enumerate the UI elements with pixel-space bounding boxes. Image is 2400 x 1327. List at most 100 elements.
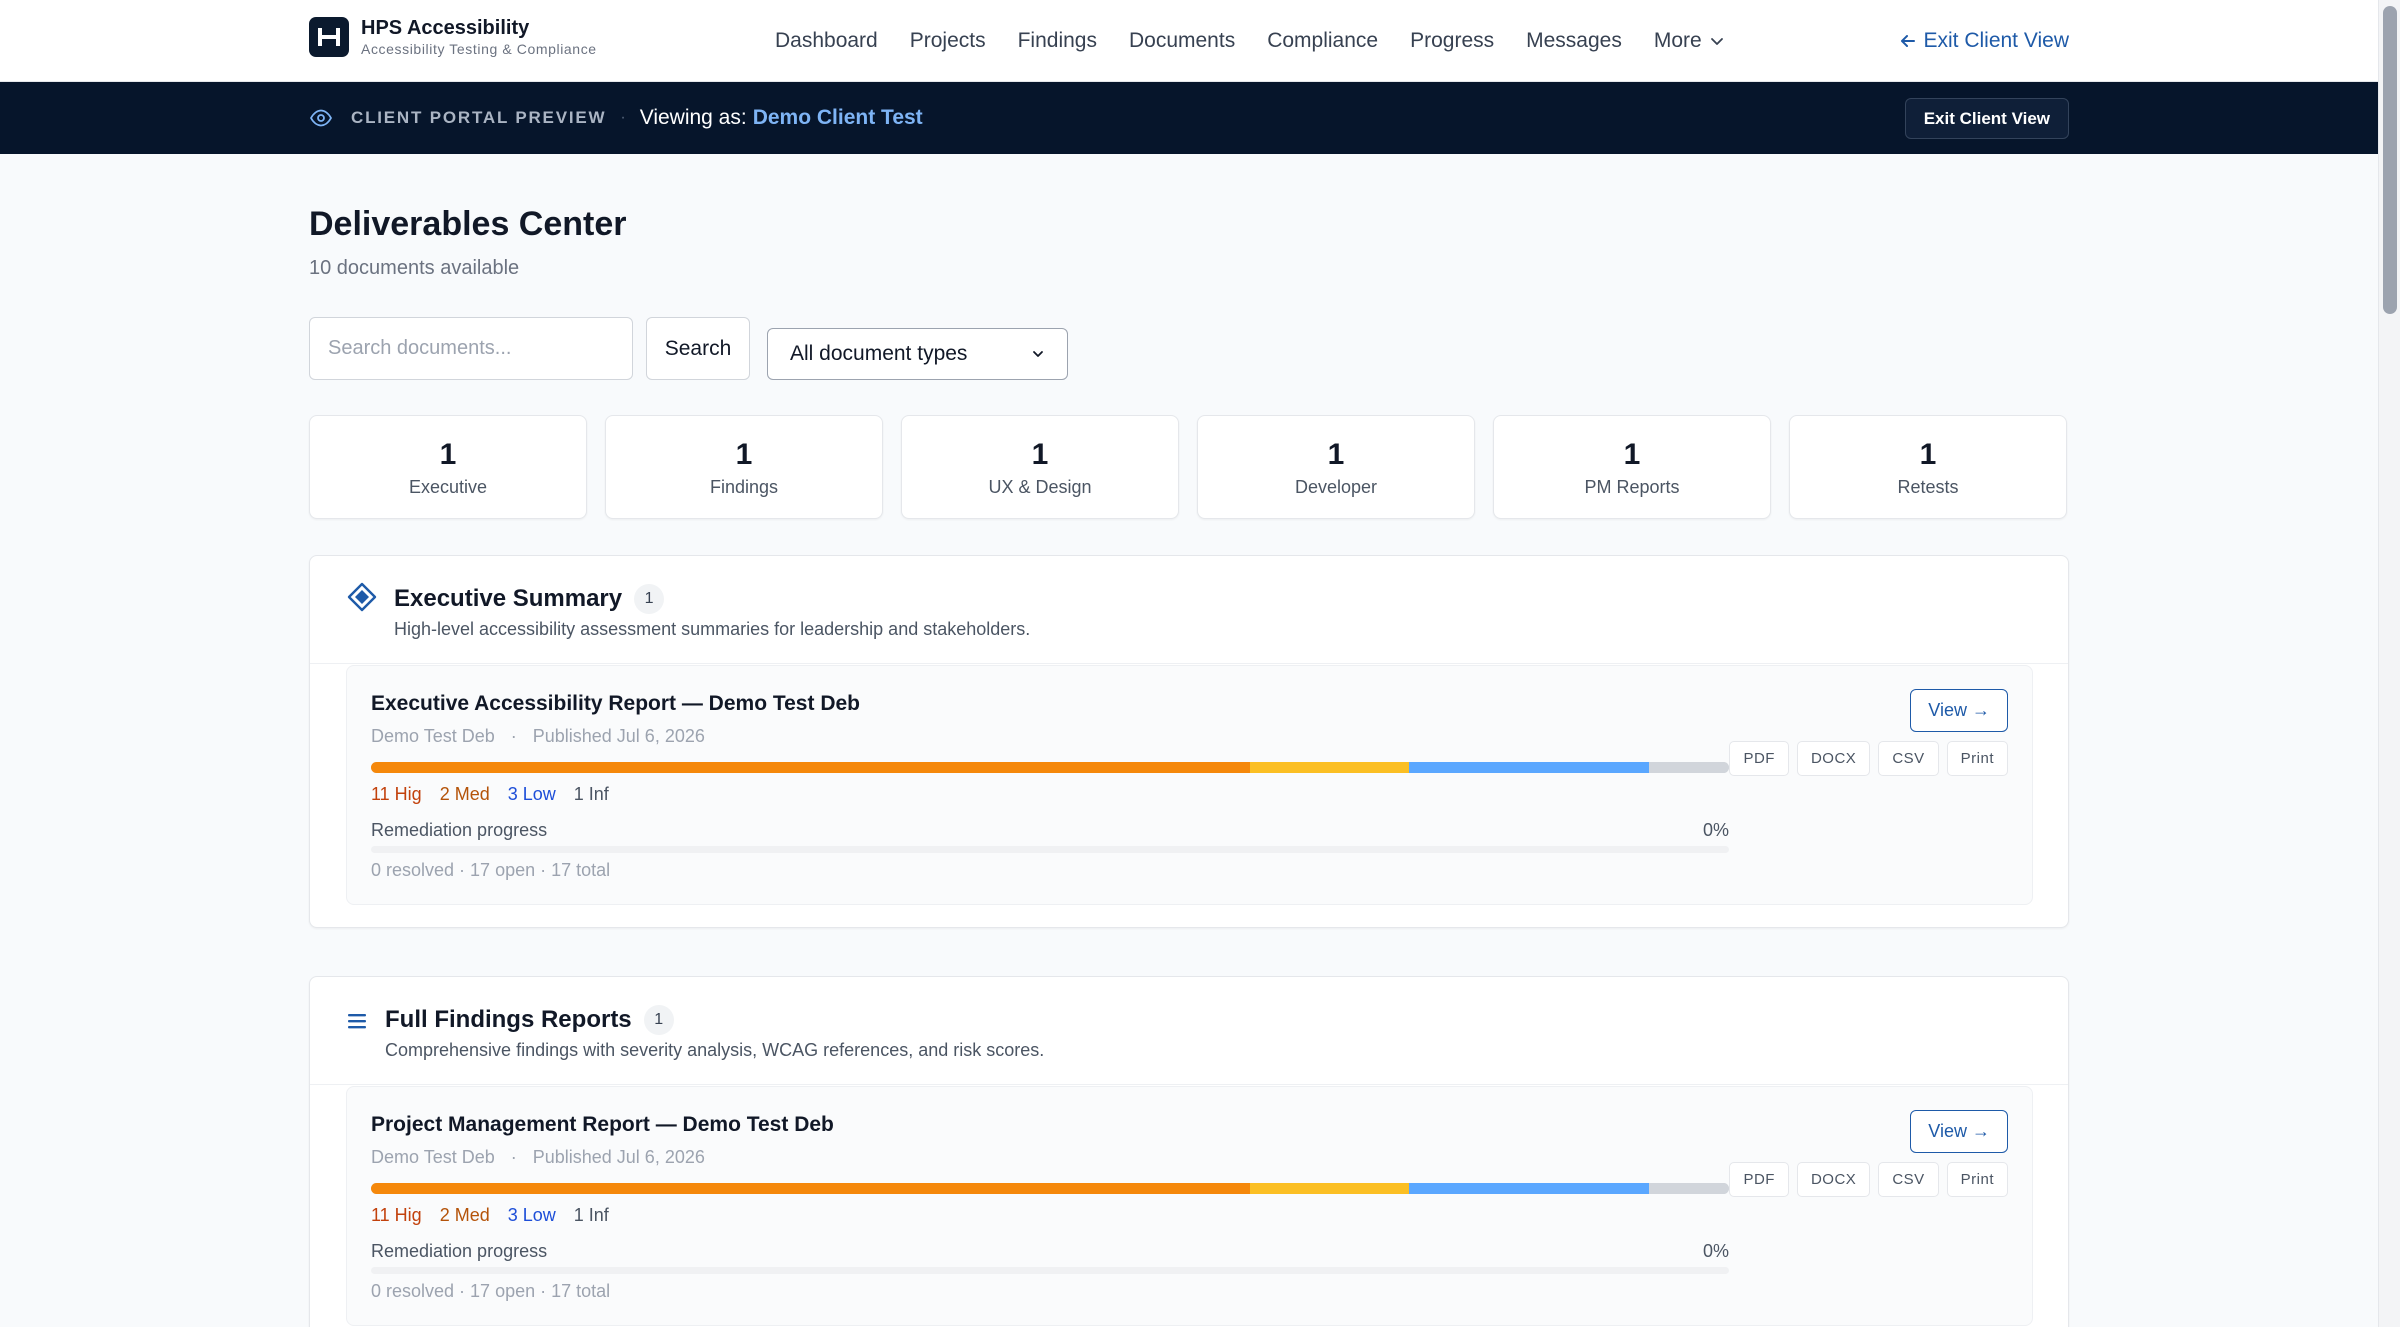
print-button[interactable]: Print: [1946, 1162, 2008, 1197]
stat-label: Developer: [1294, 476, 1378, 497]
nav-link-dashboard[interactable]: Dashboard: [775, 26, 878, 56]
list-icon: [348, 1014, 366, 1029]
severity-medium-segment: [1249, 762, 1410, 773]
stat-card-findings[interactable]: 1 Findings: [605, 415, 883, 519]
stat-card-pm-reports[interactable]: 1 PM Reports: [1493, 415, 1771, 519]
nav-link-messages[interactable]: Messages: [1526, 26, 1622, 56]
section-full-findings-reports: Full Findings Reports 1 Comprehensive fi…: [309, 976, 2069, 1327]
remediation-label: Remediation progress: [371, 820, 548, 840]
brand-tagline: Accessibility Testing & Compliance: [361, 41, 597, 57]
export-format-buttons: PDF DOCX CSV Print: [1729, 1162, 2008, 1197]
severity-info-segment: [1649, 1183, 1729, 1194]
nav-link-progress[interactable]: Progress: [1410, 26, 1494, 56]
page-scrollbar[interactable]: [2378, 0, 2400, 1327]
print-button[interactable]: Print: [1946, 741, 2008, 776]
download-csv-button[interactable]: CSV: [1878, 1162, 1939, 1197]
severity-distribution-bar: [371, 1183, 1729, 1194]
severity-low-count: 3 Low: [507, 784, 556, 804]
document-author: Demo Test Deb: [371, 726, 495, 746]
severity-counts: 11 Hig 2 Med 3 Low 1 Inf: [371, 784, 609, 805]
nav-link-findings[interactable]: Findings: [1018, 26, 1097, 56]
stat-label: Retests: [1897, 476, 1959, 497]
export-format-buttons: PDF DOCX CSV Print: [1729, 741, 2008, 776]
stat-label: Executive: [408, 476, 488, 497]
severity-counts: 11 Hig 2 Med 3 Low 1 Inf: [371, 1205, 609, 1226]
section-title: Executive Summary: [394, 585, 623, 612]
brand[interactable]: HPS Accessibility Accessibility Testing …: [309, 16, 597, 58]
document-title: Project Management Report — Demo Test De…: [371, 1113, 834, 1136]
brand-logo-icon: [309, 17, 349, 57]
section-executive-summary: Executive Summary 1 High-level accessibi…: [309, 555, 2069, 928]
exit-client-view-label: Exit Client View: [1923, 29, 2069, 52]
diamond-icon: [347, 582, 377, 612]
severity-medium-count: 2 Med: [439, 1205, 490, 1225]
document-card: Executive Accessibility Report — Demo Te…: [346, 665, 2033, 905]
document-meta: Demo Test Deb · Published Jul 6, 2026: [371, 1147, 705, 1168]
severity-info-count: 1 Inf: [573, 1205, 609, 1225]
stat-label: PM Reports: [1584, 476, 1680, 497]
stat-card-developer[interactable]: 1 Developer: [1197, 415, 1475, 519]
page-subtitle: 10 documents available: [309, 257, 520, 279]
viewing-as-label: Viewing as:: [639, 106, 747, 129]
severity-high-count: 11 Hig: [371, 784, 422, 804]
remediation-percentage: 0%: [1703, 1241, 1730, 1261]
scrollbar-thumb[interactable]: [2383, 6, 2397, 314]
view-document-button[interactable]: View →: [1910, 1110, 2008, 1153]
search-input[interactable]: [309, 317, 633, 380]
search-button[interactable]: Search: [646, 317, 750, 380]
document-type-stats: 1 Executive 1 Findings 1 UX & Design 1 D…: [309, 415, 2069, 519]
section-count-badge: 1: [634, 584, 665, 614]
document-published-date: Published Jul 6, 2026: [532, 726, 705, 746]
stat-card-ux-design[interactable]: 1 UX & Design: [901, 415, 1179, 519]
remediation-counts: 0 resolved · 17 open · 17 total: [371, 860, 611, 880]
document-type-select[interactable]: All document types: [767, 328, 1068, 380]
page-title: Deliverables Center: [309, 205, 627, 243]
download-docx-button[interactable]: DOCX: [1796, 1162, 1871, 1197]
download-docx-button[interactable]: DOCX: [1796, 741, 1871, 776]
stat-card-retests[interactable]: 1 Retests: [1789, 415, 2067, 519]
severity-high-segment: [371, 762, 1250, 773]
severity-medium-count: 2 Med: [439, 784, 490, 804]
download-csv-button[interactable]: CSV: [1878, 741, 1939, 776]
stat-card-executive[interactable]: 1 Executive: [309, 415, 587, 519]
severity-distribution-bar: [371, 762, 1729, 773]
severity-high-segment: [371, 1183, 1250, 1194]
brand-name: HPS Accessibility: [361, 17, 530, 39]
remediation-progress-bar: [371, 1267, 1729, 1274]
document-card: Project Management Report — Demo Test De…: [346, 1086, 2033, 1326]
view-document-button[interactable]: View →: [1910, 689, 2008, 732]
client-name: Demo Client Test: [752, 106, 923, 129]
section-count-badge: 1: [643, 1005, 674, 1035]
nav-link-documents[interactable]: Documents: [1129, 26, 1235, 56]
stat-value: 1: [1623, 437, 1641, 471]
exit-client-view-link[interactable]: Exit Client View: [1899, 26, 2069, 56]
document-author: Demo Test Deb: [371, 1147, 495, 1167]
stat-value: 1: [1327, 437, 1345, 471]
document-type-value: All document types: [790, 342, 968, 365]
stat-label: UX & Design: [988, 476, 1092, 497]
eye-icon: [309, 109, 333, 127]
remediation-percentage: 0%: [1703, 820, 1730, 840]
download-pdf-button[interactable]: PDF: [1729, 1162, 1789, 1197]
severity-medium-segment: [1249, 1183, 1410, 1194]
document-meta: Demo Test Deb · Published Jul 6, 2026: [371, 726, 705, 747]
meta-separator: ·: [510, 1147, 517, 1167]
stat-label: Findings: [709, 476, 779, 497]
nav-more-menu[interactable]: More: [1654, 26, 1724, 56]
remediation-label: Remediation progress: [371, 1241, 548, 1261]
remediation-progress-bar: [371, 846, 1729, 853]
exit-client-view-button[interactable]: Exit Client View: [1904, 98, 2069, 139]
nav-more-label: More: [1653, 29, 1702, 52]
preview-label: CLIENT PORTAL PREVIEW: [351, 108, 607, 127]
severity-low-count: 3 Low: [507, 1205, 556, 1225]
chevron-down-icon: [1710, 38, 1723, 45]
severity-info-count: 1 Inf: [573, 784, 609, 804]
top-navigation: HPS Accessibility Accessibility Testing …: [0, 0, 2378, 82]
download-pdf-button[interactable]: PDF: [1729, 741, 1789, 776]
severity-low-segment: [1409, 762, 1650, 773]
arrow-left-icon: [1901, 35, 1916, 47]
nav-link-compliance[interactable]: Compliance: [1267, 26, 1378, 56]
nav-link-projects[interactable]: Projects: [910, 26, 986, 56]
severity-high-count: 11 Hig: [371, 1205, 422, 1225]
client-preview-banner: CLIENT PORTAL PREVIEW · Viewing as: Demo…: [0, 82, 2378, 154]
